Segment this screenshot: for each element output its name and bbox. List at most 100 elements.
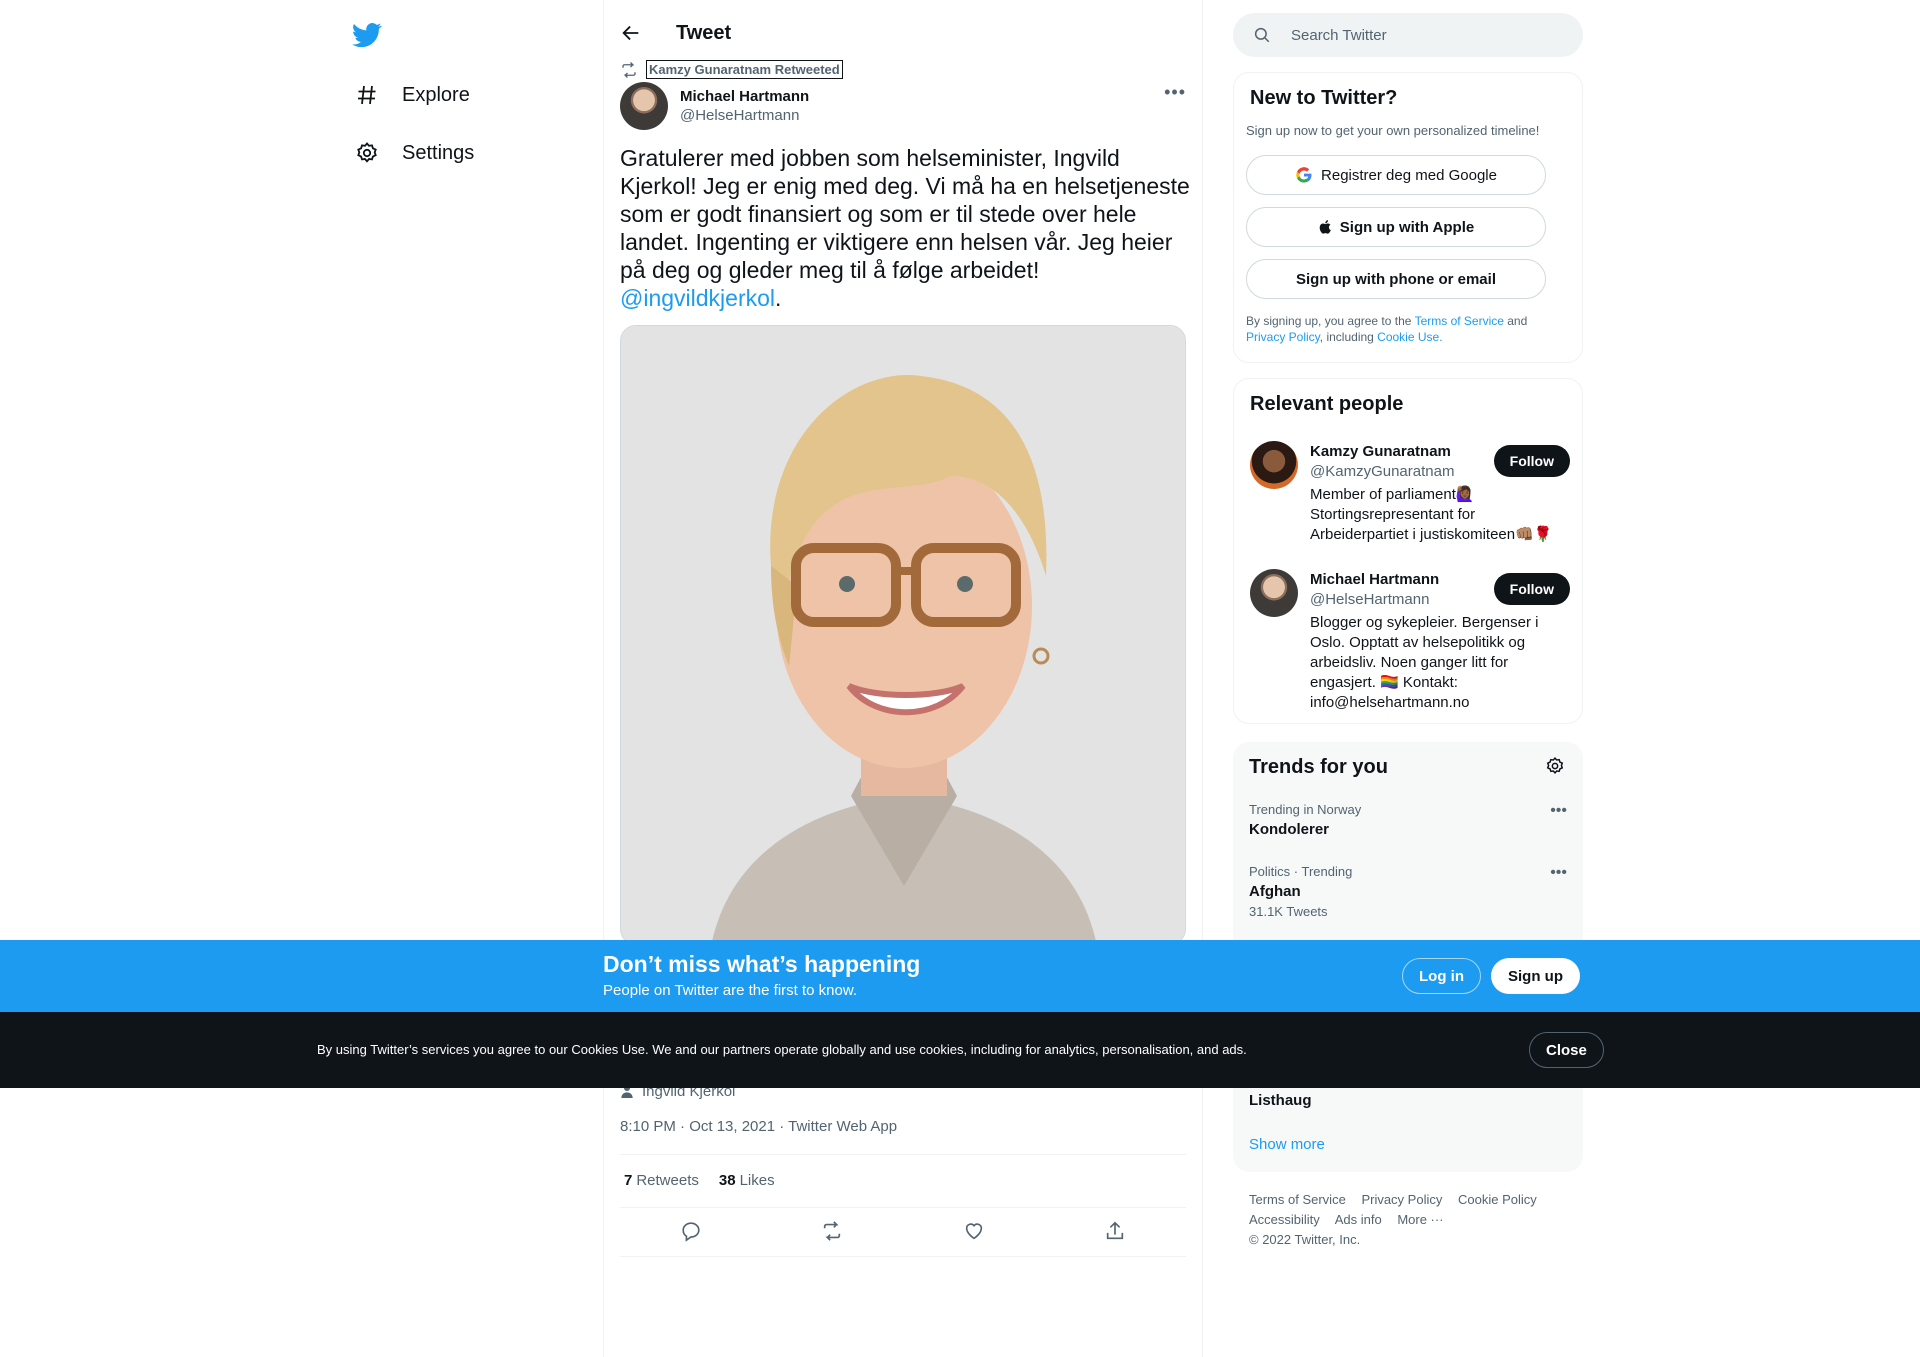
retweets-count[interactable]: 7 [624, 1172, 632, 1189]
page-title: Tweet [676, 22, 732, 44]
relevant-people-card: Relevant people Kamzy Gunaratnam @KamzyG… [1233, 378, 1583, 724]
person-name[interactable]: Kamzy Gunaratnam [1310, 443, 1451, 460]
tweet-author[interactable]: Michael Hartmann @HelseHartmann [620, 82, 809, 130]
new-to-twitter-title: New to Twitter? [1250, 87, 1398, 109]
divider [620, 1256, 1186, 1257]
avatar[interactable] [1250, 441, 1298, 489]
terms-link[interactable]: Terms of Service [1415, 314, 1504, 328]
like-heart-icon[interactable] [963, 1220, 985, 1242]
retweet-icon [620, 61, 638, 79]
back-arrow-icon[interactable] [620, 22, 644, 46]
likes-count[interactable]: 38 [719, 1172, 736, 1189]
nav-explore[interactable]: Explore [352, 75, 470, 115]
phone-email-signup-button[interactable]: Sign up with phone or email [1246, 259, 1546, 299]
trend-name[interactable]: Kondolerer [1249, 821, 1567, 838]
trend-item[interactable]: Trending in Norway Kondolerer ••• [1249, 802, 1567, 838]
footer-copyright: © 2022 Twitter, Inc. [1249, 1232, 1361, 1247]
twitter-bird-icon[interactable] [352, 20, 382, 50]
divider [620, 1154, 1186, 1155]
search-input[interactable] [1291, 26, 1551, 44]
trend-item[interactable]: Politics · Trending Afghan 31.1K Tweets … [1249, 864, 1567, 919]
trends-title: Trends for you [1249, 756, 1388, 778]
person-item[interactable]: Michael Hartmann @HelseHartmann Follow B… [1250, 569, 1570, 719]
tweet-text: Gratulerer med jobben som helseminister,… [620, 144, 1190, 312]
signup-button[interactable]: Sign up [1491, 958, 1580, 994]
cookie-use-link[interactable]: Cookie Use. [1377, 330, 1442, 344]
relevant-people-title: Relevant people [1250, 393, 1404, 415]
apple-signup-button[interactable]: Sign up with Apple [1246, 207, 1546, 247]
footer-links: Terms of Service Privacy Policy Cookie P… [1249, 1190, 1569, 1250]
tweet-body: Gratulerer med jobben som helseminister,… [620, 145, 1190, 283]
cookie-text: By using Twitter’s services you agree to… [317, 1042, 1247, 1057]
divider [620, 1207, 1186, 1208]
banner-subtitle: People on Twitter are the first to know. [603, 982, 858, 999]
trend-item[interactable]: Listhaug [1249, 1088, 1567, 1109]
tweet-photo[interactable] [620, 325, 1186, 945]
trend-name[interactable]: Afghan [1249, 883, 1567, 900]
google-signup-button[interactable]: Registrer deg med Google [1246, 155, 1546, 195]
trend-count: 31.1K Tweets [1249, 904, 1328, 919]
more-options-icon[interactable]: ••• [1164, 82, 1186, 103]
hashtag-icon [352, 80, 382, 110]
nav-settings[interactable]: Settings [352, 133, 474, 173]
retweeted-by-link[interactable]: Kamzy Gunaratnam Retweeted [646, 60, 843, 79]
gear-icon [352, 138, 382, 168]
person-item[interactable]: Kamzy Gunaratnam @KamzyGunaratnam Follow… [1250, 441, 1570, 551]
footer-terms-link[interactable]: Terms of Service [1249, 1192, 1346, 1207]
more-options-icon[interactable]: ••• [1550, 802, 1567, 820]
retweets-label[interactable]: Retweets [636, 1172, 699, 1189]
follow-button[interactable]: Follow [1493, 573, 1570, 605]
show-more-link[interactable]: Show more [1249, 1136, 1325, 1153]
retweet-context: Kamzy Gunaratnam Retweeted [620, 60, 843, 79]
close-button[interactable]: Close [1529, 1032, 1604, 1068]
apple-icon [1318, 218, 1334, 236]
gear-icon[interactable] [1545, 756, 1567, 778]
mention-link[interactable]: @ingvildkjerkol [620, 285, 775, 311]
search-box[interactable] [1233, 13, 1583, 57]
main-column: Tweet Kamzy Gunaratnam Retweeted Michael… [603, 0, 1203, 1357]
portrait-image [621, 326, 1185, 944]
share-icon[interactable] [1104, 1220, 1126, 1242]
more-options-icon[interactable]: ••• [1550, 864, 1567, 882]
trend-name[interactable]: Listhaug [1249, 1092, 1567, 1109]
retweet-icon[interactable] [821, 1220, 843, 1242]
apple-signup-label: Sign up with Apple [1339, 218, 1475, 236]
banner-title: Don’t miss what’s happening [603, 951, 921, 977]
legal-and: and [1503, 314, 1528, 328]
follow-button[interactable]: Follow [1493, 445, 1570, 477]
tweet-header: Tweet [604, 0, 1202, 68]
legal-including: , including [1319, 330, 1378, 344]
tweet-actions [620, 1220, 1186, 1242]
footer-accessibility-link[interactable]: Accessibility [1249, 1212, 1320, 1227]
nav-settings-label: Settings [402, 141, 475, 164]
login-button[interactable]: Log in [1402, 958, 1481, 994]
person-bio: Blogger og sykepleier. Bergenser i Oslo.… [1310, 614, 1539, 711]
likes-label[interactable]: Likes [740, 1172, 775, 1189]
privacy-link[interactable]: Privacy Policy [1246, 330, 1320, 344]
new-to-twitter-subtitle: Sign up now to get your own personalized… [1246, 123, 1540, 138]
footer-more-link[interactable]: More ··· [1397, 1212, 1443, 1227]
avatar[interactable] [1250, 569, 1298, 617]
reply-icon[interactable] [680, 1220, 702, 1242]
trend-meta: Trending in Norway [1249, 802, 1362, 817]
legal-prefix: By signing up, you agree to the [1246, 314, 1415, 328]
cookie-banner: By using Twitter’s services you agree to… [0, 1012, 1920, 1088]
new-to-twitter-card: New to Twitter? Sign up now to get your … [1233, 72, 1583, 363]
tweet-timestamp[interactable]: 8:10 PM · Oct 13, 2021 · Twitter Web App [620, 1118, 897, 1135]
footer-privacy-link[interactable]: Privacy Policy [1361, 1192, 1442, 1207]
avatar[interactable] [620, 82, 668, 130]
search-icon [1253, 26, 1271, 44]
nav-explore-label: Explore [402, 83, 470, 106]
person-bio: Member of parliament🙋🏾‍♀️ Stortingsrepre… [1310, 486, 1553, 543]
footer-cookie-link[interactable]: Cookie Policy [1458, 1192, 1537, 1207]
signup-banner: Don’t miss what’s happening People on Tw… [0, 940, 1920, 1012]
signup-legal-text: By signing up, you agree to the Terms of… [1246, 313, 1566, 345]
person-handle[interactable]: @KamzyGunaratnam [1310, 463, 1454, 480]
footer-ads-info-link[interactable]: Ads info [1335, 1212, 1382, 1227]
author-name[interactable]: Michael Hartmann [680, 88, 809, 105]
author-handle[interactable]: @HelseHartmann [680, 107, 809, 124]
google-icon [1295, 166, 1313, 184]
tweet-text-end: . [775, 285, 782, 311]
person-handle[interactable]: @HelseHartmann [1310, 591, 1429, 608]
person-name[interactable]: Michael Hartmann [1310, 571, 1439, 588]
